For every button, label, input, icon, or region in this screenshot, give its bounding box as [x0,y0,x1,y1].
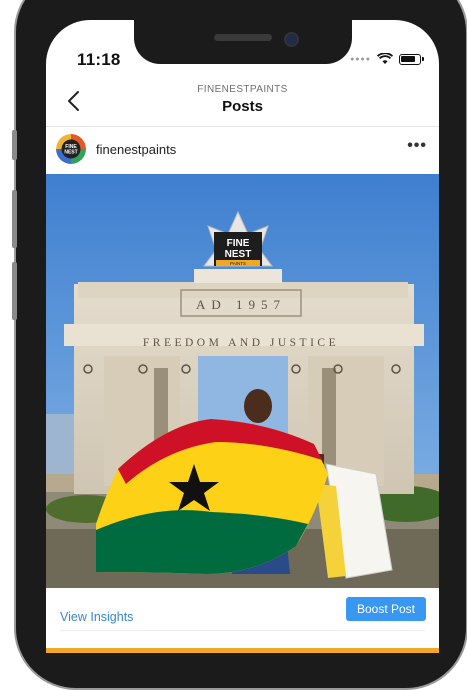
svg-text:NEST: NEST [64,150,77,156]
notch [134,20,352,64]
battery-icon [399,53,424,65]
svg-text:PAINTS: PAINTS [230,261,246,266]
phone-screen: 11:18 ●●●● FINENESTPAINTS Posts FINE NES… [46,20,439,653]
wifi-icon [377,53,393,64]
post-actions-bar: View Insights Boost Post [46,588,439,648]
svg-text:NEST: NEST [225,249,252,260]
divider [60,630,425,631]
svg-text:FINE: FINE [227,238,250,249]
person-head [244,389,272,423]
front-camera [284,32,299,47]
posts-header: FINENESTPAINTS Posts [46,78,439,127]
status-time: 11:18 [77,50,121,69]
post-account-row: FINE NEST finenestpaints ••• [46,126,439,174]
status-icons: ●●●● [350,53,424,65]
page-title: Posts [222,98,263,115]
bottom-accent-strip [46,648,439,653]
volume-up-button [12,190,17,248]
view-insights-link[interactable]: View Insights [60,610,133,624]
svg-text:AD 1957: AD 1957 [196,297,286,312]
account-name[interactable]: finenestpaints [96,142,176,157]
avatar[interactable]: FINE NEST [56,134,86,164]
signal-icon: ●●●● [350,55,371,63]
header-account-handle: FINENESTPAINTS [197,84,288,95]
speaker [214,34,272,41]
svg-text:FREEDOM AND JUSTICE: FREEDOM AND JUSTICE [143,337,339,349]
more-options-icon[interactable]: ••• [407,137,427,155]
volume-down-button [12,262,17,320]
boost-post-button[interactable]: Boost Post [345,597,426,621]
silent-switch [12,130,17,160]
post-photo[interactable]: AD 1957 FREEDOM AND JUSTICE FINE NEST PA… [46,174,439,588]
